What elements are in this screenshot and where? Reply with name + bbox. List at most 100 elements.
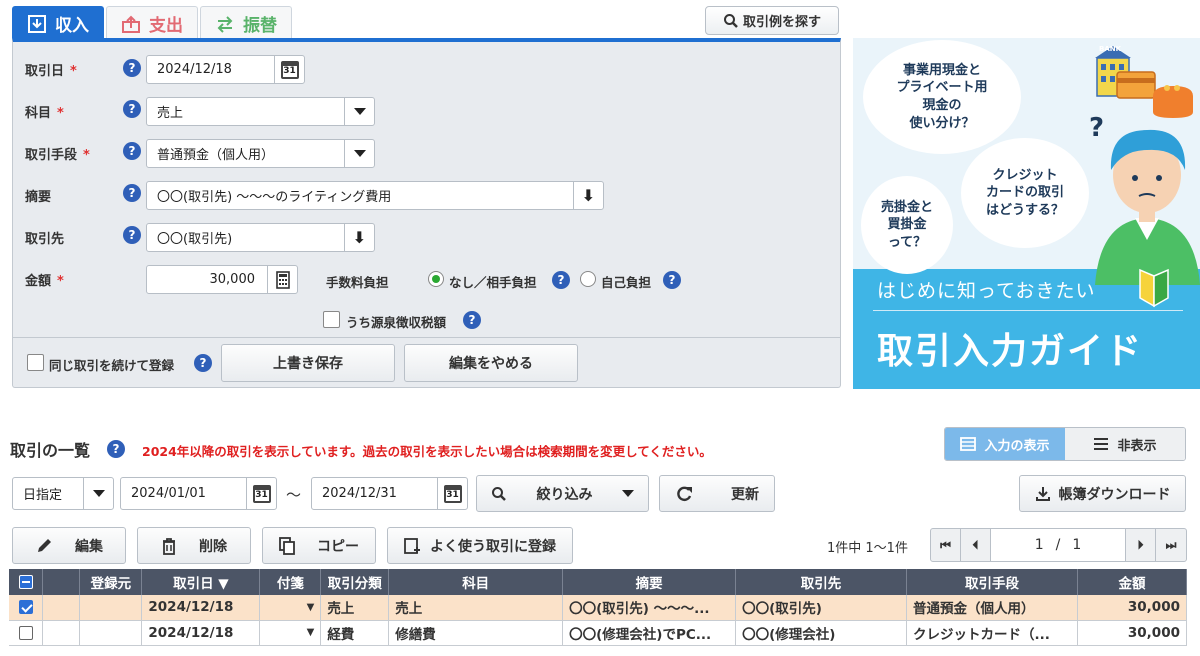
help-icon[interactable]: ? [123,142,141,160]
header-tag[interactable]: 付箋 [259,569,322,595]
help-icon[interactable]: ? [123,226,141,244]
table-row[interactable]: 2024/12/18 ▼ 経費 修繕費 〇〇(修理会社)でPC... 〇〇(修理… [9,620,1188,646]
search-example-button[interactable]: 取引例を探す [705,6,839,35]
row-checkbox[interactable] [18,625,33,640]
page-indicator: 1 / 1 [991,529,1126,561]
guide-banner[interactable]: 事業用現金と プライベート用 現金の 使い分け？ クレジット カードの取引 はど… [853,38,1200,389]
filter-button[interactable]: 絞り込み [476,475,649,512]
list-icon [1094,438,1109,450]
tag-dropdown[interactable]: ▼ [259,620,322,646]
withholding-checkbox[interactable] [323,311,340,328]
row-checkbox[interactable] [18,600,33,615]
overwrite-save-button[interactable]: 上書き保存 [221,344,395,382]
hide-input-button[interactable]: 非表示 [1065,428,1185,460]
bubble-receivable: 売掛金と 買掛金 って？ [861,176,953,274]
cancel-edit-button[interactable]: 編集をやめる [404,344,578,382]
tab-expense[interactable]: 支出 [106,6,198,40]
copy-button[interactable]: コピー [262,527,376,564]
row-select-cell[interactable] [9,620,44,646]
refresh-button[interactable]: 更新 [659,475,775,512]
header-summary[interactable]: 摘要 [562,569,737,595]
delete-button[interactable]: 削除 [137,527,251,564]
fee-self-radio[interactable] [580,271,596,287]
to-date-input[interactable]: 2024/12/31 31 [311,477,468,510]
fee-none-radio[interactable] [428,271,444,287]
summary-input[interactable]: 〇〇(取引先) 〜〜〜のライティング費用 ⬇ [146,181,604,210]
search-icon [723,13,738,28]
total-pages: 1 [1072,537,1082,553]
amount-input[interactable]: 30,000 [146,265,298,294]
beginner-mark-icon [1139,268,1169,308]
edit-button[interactable]: 編集 [12,527,126,564]
help-icon[interactable]: ? [123,59,141,77]
partner-suggest-button[interactable]: ⬇ [344,224,374,251]
trash-icon [163,537,175,555]
help-icon[interactable]: ? [194,354,212,372]
header-date[interactable]: 取引日 ▼ [141,569,261,595]
last-page-button[interactable]: ⏭ [1156,529,1186,561]
row-select-cell[interactable] [9,595,44,621]
date-mode-dropdown-button[interactable] [83,478,113,509]
date-mode-select[interactable]: 日指定 [12,477,114,510]
header-account[interactable]: 科目 [388,569,564,595]
repeat-label: 同じ取引を続けて登録 [49,358,175,373]
table-row[interactable]: 2024/12/18 ▼ 売上 売上 〇〇(取引先) 〜〜〜... 〇〇(取引先… [9,595,1188,621]
date-label: 取引日 * [25,64,77,79]
partner-input[interactable]: 〇〇(取引先) ⬇ [146,223,375,252]
tab-expense-label: 支出 [149,16,183,36]
tab-transfer[interactable]: 振替 [200,6,292,40]
account-dropdown-button[interactable] [344,98,374,125]
bubble-cash: 事業用現金と プライベート用 現金の 使い分け？ [863,40,1021,154]
arrow-down-icon: ⬇ [352,228,367,247]
method-select[interactable]: 普通預金（個人用） [146,139,375,168]
calendar-button[interactable]: 31 [437,478,467,509]
chevron-down-icon [622,490,634,497]
income-icon [27,14,47,34]
favorite-register-button[interactable]: よく使う取引に登録 [387,527,573,564]
help-icon[interactable]: ? [123,184,141,202]
row-source-cell [79,620,143,646]
summary-suggest-button[interactable]: ⬇ [573,182,603,209]
help-icon[interactable]: ? [552,271,570,289]
help-icon[interactable]: ? [107,440,125,458]
range-separator: 〜 [286,486,302,504]
show-input-button[interactable]: 入力の表示 [945,428,1065,460]
calculator-button[interactable] [267,266,297,293]
pencil-icon [38,538,51,552]
calendar-button[interactable]: 31 [274,56,304,83]
header-method[interactable]: 取引手段 [906,569,1078,595]
current-page: 1 [1034,537,1044,553]
header-category[interactable]: 取引分類 [320,569,390,595]
date-input[interactable]: 2024/12/18 31 [146,55,305,84]
row-amount: 30,000 [1077,620,1188,646]
tag-dropdown[interactable]: ▼ [259,595,322,621]
prev-page-button[interactable]: ⏴ [961,529,991,561]
tab-income[interactable]: 収入 [12,6,104,40]
fee-none-label: なし／相手負担 [449,275,537,290]
ledger-download-button[interactable]: 帳簿ダウンロード [1019,475,1186,512]
method-dropdown-button[interactable] [344,140,374,167]
row-amount: 30,000 [1077,595,1188,621]
select-all-header[interactable] [9,569,44,595]
banner-divider [873,310,1183,311]
row-account: 売上 [388,595,564,621]
next-page-button[interactable]: ⏵ [1126,529,1156,561]
repeat-checkbox[interactable] [27,354,44,371]
help-icon[interactable]: ? [663,271,681,289]
page-separator: / [1055,537,1061,553]
input-view-toggle: 入力の表示 非表示 [944,427,1186,461]
account-select[interactable]: 売上 [146,97,375,126]
first-page-button[interactable]: ⏮ [931,529,961,561]
header-source[interactable]: 登録元 [79,569,143,595]
from-date-input[interactable]: 2024/01/01 31 [120,477,277,510]
row-partner: 〇〇(修理会社) [735,620,908,646]
help-icon[interactable]: ? [123,100,141,118]
header-amount[interactable]: 金額 [1077,569,1188,595]
calendar-button[interactable]: 31 [246,478,276,509]
partner-value: 〇〇(取引先) [157,232,233,247]
help-icon[interactable]: ? [463,311,481,329]
arrow-down-icon: ⬇ [581,186,596,205]
header-partner[interactable]: 取引先 [735,569,908,595]
select-all-checkbox[interactable] [18,575,33,589]
row-summary: 〇〇(修理会社)でPC... [562,620,737,646]
